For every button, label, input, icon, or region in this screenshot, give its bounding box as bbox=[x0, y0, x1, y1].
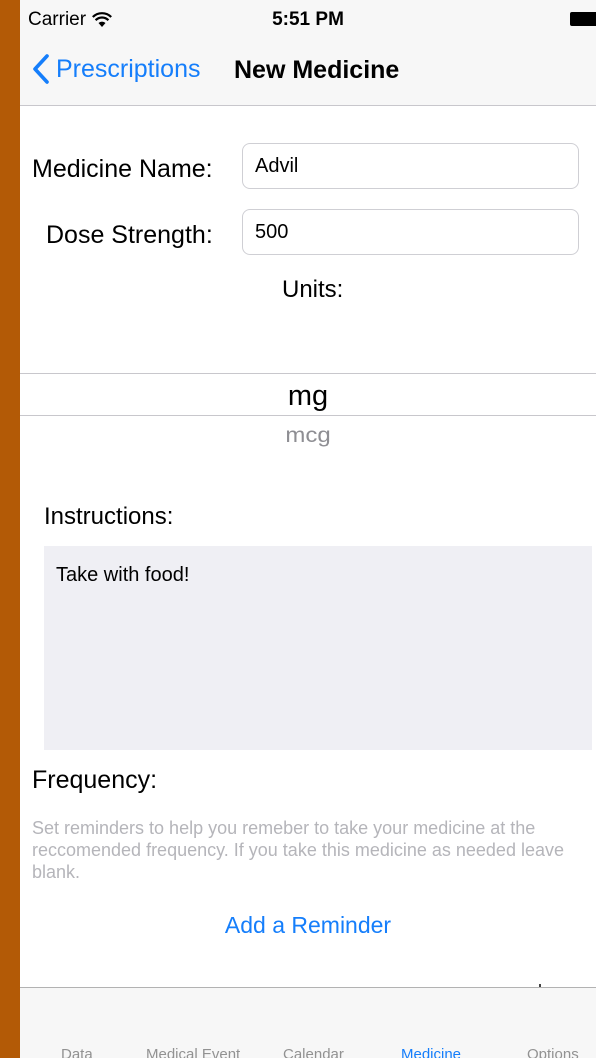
dose-strength-input[interactable] bbox=[242, 209, 579, 255]
picker-option[interactable]: mcg bbox=[20, 424, 596, 449]
add-reminder-button[interactable]: Add a Reminder bbox=[20, 912, 596, 939]
units-label: Units: bbox=[282, 276, 344, 303]
tab-medical-event[interactable]: Medical Event bbox=[146, 1046, 240, 1058]
tab-bar: Data Medical Event Calendar Medicine Opt… bbox=[20, 987, 596, 1058]
tab-options[interactable]: Options bbox=[527, 1046, 579, 1058]
phone-screen: Carrier 5:51 PM Prescriptions New Medici… bbox=[20, 0, 596, 1058]
back-button-label: Prescriptions bbox=[56, 54, 201, 83]
tab-medicine[interactable]: Medicine bbox=[401, 1046, 461, 1058]
page-title: New Medicine bbox=[234, 56, 400, 84]
tab-calendar[interactable]: Calendar bbox=[283, 1046, 344, 1058]
picker-bottom-divider bbox=[20, 415, 596, 416]
units-picker[interactable]: mg mcg bbox=[20, 330, 596, 480]
back-button[interactable]: Prescriptions bbox=[32, 54, 201, 84]
instructions-textarea[interactable]: Take with food! bbox=[44, 546, 592, 750]
frequency-help-text: Set reminders to help you remeber to tak… bbox=[32, 818, 564, 882]
status-time: 5:51 PM bbox=[272, 9, 344, 30]
picker-selected-option[interactable]: mg bbox=[20, 380, 596, 413]
medicine-name-label: Medicine Name: bbox=[32, 155, 213, 183]
picker-top-divider bbox=[20, 373, 596, 374]
instructions-label: Instructions: bbox=[44, 503, 174, 530]
medicine-name-input[interactable] bbox=[242, 143, 579, 189]
frequency-label: Frequency: bbox=[32, 766, 158, 794]
top-bar: Carrier 5:51 PM Prescriptions New Medici… bbox=[20, 0, 596, 106]
status-bar: Carrier 5:51 PM bbox=[20, 0, 596, 38]
battery-icon bbox=[570, 12, 596, 26]
navigation-bar: Prescriptions New Medicine bbox=[20, 40, 596, 104]
tab-data[interactable]: Data bbox=[61, 1046, 93, 1058]
chevron-left-icon bbox=[33, 54, 49, 84]
dose-strength-label: Dose Strength: bbox=[46, 221, 213, 249]
